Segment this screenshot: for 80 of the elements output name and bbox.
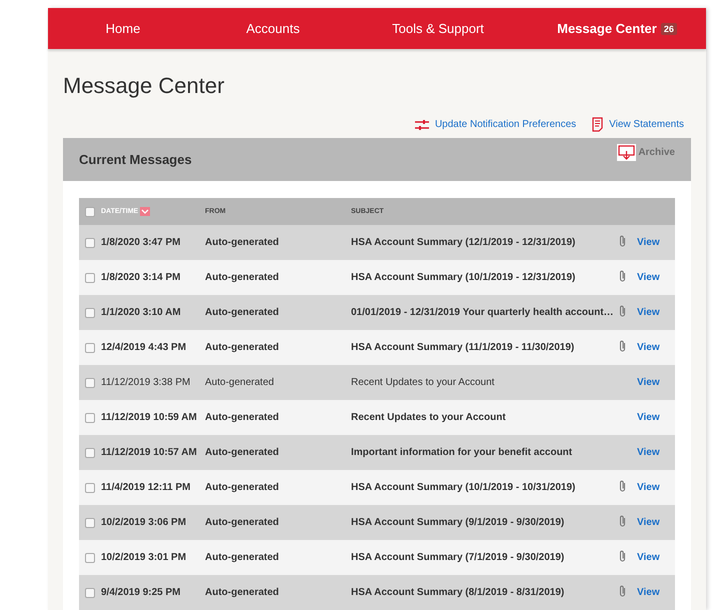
row-checkbox[interactable] xyxy=(85,518,95,528)
subject-cell-text: Important information for your benefit account xyxy=(351,447,574,458)
date-cell-text: 11/12/2019 10:59 AM xyxy=(101,412,198,423)
subject-cell-text: HSA Account Summary (7/1/2019 - 9/30/2019) xyxy=(351,552,566,563)
from-cell-text: Auto-generated xyxy=(205,412,280,423)
view-link[interactable]: View xyxy=(637,237,675,248)
view-link[interactable]: View xyxy=(637,517,675,528)
subject-cell-text: 01/01/2019 - 12/31/2019 Your quarterly health account… xyxy=(351,307,615,318)
subject-cell-text: HSA Account Summary (11/1/2019 - 11/30/2019) xyxy=(351,342,576,353)
select-all-checkbox[interactable] xyxy=(85,206,95,216)
date-cell-text: 11/12/2019 3:38 PM xyxy=(101,377,192,388)
row-checkbox[interactable] xyxy=(85,308,95,318)
message-row[interactable]: 11/12/2019 3:38 PM Auto-generated Recent Updates to your Account View xyxy=(79,365,675,400)
archive-icon xyxy=(617,144,636,162)
view-link[interactable]: View xyxy=(637,447,675,458)
message-row[interactable]: 1/1/2020 3:10 AM Auto-generated 01/01/2019 - 12/31/2019 Your quarterly health account… View xyxy=(79,295,675,330)
subject-cell-text: HSA Account Summary (8/1/2019 - 8/31/2019) xyxy=(351,587,566,598)
panel-title: Current Messages xyxy=(79,152,192,168)
nav-tab[interactable]: Home xyxy=(48,21,198,36)
row-checkbox[interactable] xyxy=(85,552,95,562)
message-row[interactable]: 11/12/2019 10:57 AM Auto-generated Important information for your benefit account View xyxy=(79,435,675,470)
view-link[interactable]: View xyxy=(637,377,675,388)
view-link[interactable]: View xyxy=(637,272,675,283)
date-cell-text: 11/12/2019 10:57 AM xyxy=(101,447,198,458)
from-cell-text: Auto-generated xyxy=(205,272,280,283)
message-row[interactable]: 10/2/2019 3:01 PM Auto-generated HSA Account Summary (7/1/2019 - 9/30/2019) View xyxy=(79,540,675,575)
subject-cell-text: HSA Account Summary (10/1/2019 - 12/31/2019) xyxy=(351,272,576,283)
nav-tab[interactable]: Message Center 26 xyxy=(528,21,706,36)
from-cell-text: Auto-generated xyxy=(205,552,280,563)
view-link[interactable]: View xyxy=(637,342,675,353)
from-cell-text: Auto-generated xyxy=(205,342,280,353)
message-count-badge: 26 xyxy=(660,22,677,35)
row-checkbox[interactable] xyxy=(85,238,95,248)
page-title: Message Center xyxy=(63,73,226,100)
message-row[interactable]: 12/4/2019 4:43 PM Auto-generated HSA Account Summary (11/1/2019 - 11/30/2019) View xyxy=(79,330,675,365)
header-link[interactable]: Update Notification Preferences xyxy=(414,117,576,132)
row-checkbox[interactable] xyxy=(85,448,95,458)
date-cell-text: 1/8/2020 3:47 PM xyxy=(101,237,182,248)
date-cell-text: 10/2/2019 3:01 PM xyxy=(101,552,188,563)
view-link[interactable]: View xyxy=(637,307,675,318)
sort-down-icon xyxy=(140,207,150,216)
view-link[interactable]: View xyxy=(637,552,675,563)
date-cell-text: 1/1/2020 3:10 AM xyxy=(101,307,182,318)
row-checkbox[interactable] xyxy=(85,588,95,598)
row-checkbox[interactable] xyxy=(85,378,95,388)
nav-tab[interactable]: Tools & Support xyxy=(348,21,528,36)
header-link[interactable]: View Statements xyxy=(592,117,684,132)
from-cell-text: Auto-generated xyxy=(205,517,280,528)
row-checkbox[interactable] xyxy=(85,272,95,282)
date-cell-text: 1/8/2020 3:14 PM xyxy=(101,272,182,283)
document-icon xyxy=(592,117,604,132)
from-cell-text: Auto-generated xyxy=(205,447,280,458)
from-cell-text: Auto-generated xyxy=(205,587,280,598)
subject-cell-text: HSA Account Summary (9/1/2019 - 9/30/2019) xyxy=(351,517,566,528)
message-row[interactable]: 11/4/2019 12:11 PM Auto-generated HSA Account Summary (10/1/2019 - 10/31/2019) View xyxy=(79,470,675,505)
subject-cell-text: Recent Updates to your Account xyxy=(351,377,496,388)
row-checkbox[interactable] xyxy=(85,342,95,352)
subject-cell-text: HSA Account Summary (10/1/2019 - 10/31/2019) xyxy=(351,482,576,493)
nav-tab[interactable]: Accounts xyxy=(198,21,348,36)
subject-cell-text: HSA Account Summary (12/1/2019 - 12/31/2019) xyxy=(351,237,576,248)
date-cell-text: 9/4/2019 9:25 PM xyxy=(101,587,182,598)
date-cell-text: 11/4/2019 12:11 PM xyxy=(101,482,192,493)
view-link[interactable]: View xyxy=(637,412,675,423)
subject-cell-text: Recent Updates to your Account xyxy=(351,412,507,423)
sliders-icon xyxy=(414,118,429,131)
from-cell-text: Auto-generated xyxy=(205,377,275,388)
message-row[interactable]: 11/12/2019 10:59 AM Auto-generated Recent Updates to your Account View xyxy=(79,400,675,435)
from-cell-text: Auto-generated xyxy=(205,482,280,493)
message-row[interactable]: 10/2/2019 3:06 PM Auto-generated HSA Account Summary (9/1/2019 - 9/30/2019) View xyxy=(79,505,675,540)
from-cell-text: Auto-generated xyxy=(205,237,280,248)
row-checkbox[interactable] xyxy=(85,482,95,492)
message-row[interactable]: 1/8/2020 3:47 PM Auto-generated HSA Account Summary (12/1/2019 - 12/31/2019) View xyxy=(79,225,675,260)
date-cell-text: 12/4/2019 4:43 PM xyxy=(101,342,188,353)
view-link[interactable]: View xyxy=(637,482,675,493)
message-row[interactable]: 9/4/2019 9:25 PM Auto-generated HSA Account Summary (8/1/2019 - 8/31/2019) View xyxy=(79,575,675,610)
view-link[interactable]: View xyxy=(637,587,675,598)
row-checkbox[interactable] xyxy=(85,412,95,422)
message-row[interactable]: 1/8/2020 3:14 PM Auto-generated HSA Account Summary (10/1/2019 - 12/31/2019) View xyxy=(79,260,675,295)
date-cell-text: 10/2/2019 3:06 PM xyxy=(101,517,188,528)
from-cell-text: Auto-generated xyxy=(205,307,280,318)
